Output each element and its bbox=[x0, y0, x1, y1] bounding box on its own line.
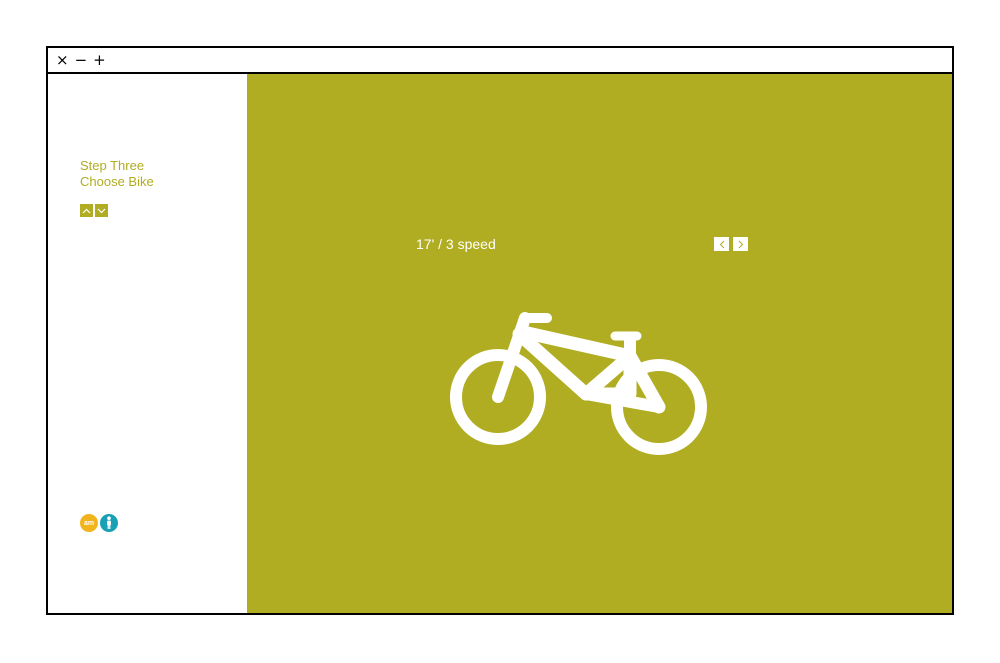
title-bar: × − + bbox=[48, 48, 952, 74]
step-up-button[interactable] bbox=[80, 204, 93, 217]
bike-carousel-controls bbox=[714, 237, 748, 251]
am-badge-label: am bbox=[83, 519, 95, 527]
bicycle-icon bbox=[450, 312, 707, 455]
person-icon bbox=[107, 516, 111, 529]
chevron-left-icon bbox=[719, 240, 724, 248]
sidebar: Step Three Choose Bike am bbox=[48, 74, 247, 613]
maximize-button[interactable]: + bbox=[93, 52, 106, 68]
chevron-right-icon bbox=[738, 240, 743, 248]
step-down-button[interactable] bbox=[95, 204, 108, 217]
step-description: Choose Bike bbox=[80, 174, 154, 189]
app-window: × − + Step Three Choose Bike am 17' / 3 … bbox=[46, 46, 954, 615]
close-button[interactable]: × bbox=[56, 52, 69, 68]
step-number: Step Three bbox=[80, 158, 145, 173]
step-navigation bbox=[80, 204, 108, 217]
bike-selection-panel: 17' / 3 speed bbox=[247, 74, 952, 613]
badge-group: am bbox=[80, 514, 118, 532]
next-bike-button[interactable] bbox=[733, 237, 748, 251]
step-title: Step Three Choose Bike bbox=[80, 158, 154, 190]
previous-bike-button[interactable] bbox=[714, 237, 729, 251]
am-badge[interactable]: am bbox=[80, 514, 98, 532]
person-badge[interactable] bbox=[100, 514, 118, 532]
chevron-down-icon bbox=[97, 208, 106, 213]
chevron-up-icon bbox=[82, 208, 91, 213]
minimize-button[interactable]: − bbox=[75, 52, 88, 68]
bike-label: 17' / 3 speed bbox=[416, 236, 496, 252]
